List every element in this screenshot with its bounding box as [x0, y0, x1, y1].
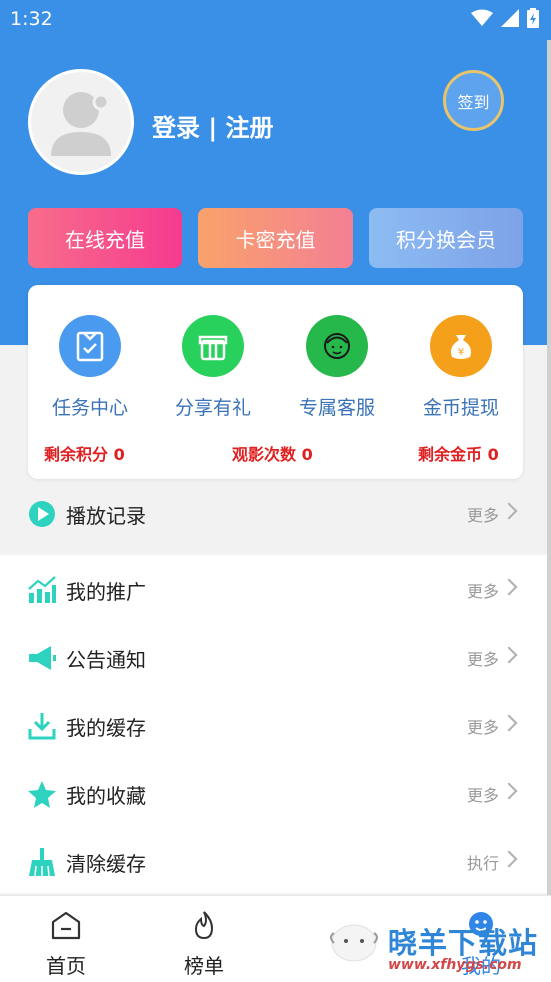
- features-card: 任务中心 分享有礼 专属客服 ¥ 金币提现 剩余积分 0 观影次数 0 剩余金币…: [28, 285, 523, 479]
- chart-icon: [28, 576, 56, 603]
- play-icon: [29, 501, 55, 527]
- menu-row-clear-cache[interactable]: 清除缓存 执行: [0, 827, 551, 895]
- download-icon: [28, 713, 56, 740]
- tab-home[interactable]: 首页: [46, 910, 86, 979]
- menu-row-my-favorites[interactable]: 我的收藏 更多: [0, 759, 551, 827]
- money-bag-icon: ¥: [430, 315, 492, 377]
- feature-coin-withdraw[interactable]: ¥ 金币提现: [411, 315, 511, 420]
- menu-action: 更多: [466, 718, 499, 737]
- menu-label: 我的收藏: [66, 784, 146, 808]
- avatar[interactable]: [28, 69, 134, 175]
- remaining-points: 剩余积分 0: [44, 445, 125, 464]
- signal-icon: [501, 9, 519, 27]
- megaphone-icon: [29, 646, 56, 670]
- menu-action: 更多: [466, 582, 499, 601]
- menu-action: 更多: [466, 506, 499, 525]
- status-bar: 1:32: [0, 0, 551, 38]
- feature-label: 专属客服: [298, 397, 375, 419]
- star-icon: [28, 781, 56, 808]
- chevron-right-icon: [500, 646, 518, 664]
- feature-share-gift[interactable]: 分享有礼: [163, 315, 263, 420]
- watermark-logo: 晓羊下载站 www.xfhygs.com: [322, 905, 551, 981]
- menu-row-play-history[interactable]: 播放记录 更多: [0, 479, 551, 547]
- menu-label: 我的推广: [66, 580, 146, 604]
- wifi-icon: [471, 9, 493, 26]
- default-avatar-icon: [51, 92, 111, 156]
- online-recharge-button[interactable]: 在线充值: [28, 208, 182, 268]
- menu-action: 更多: [466, 650, 499, 669]
- watermark-url: www.xfhygs.com: [388, 957, 522, 973]
- watermark-text: 晓羊下载站: [388, 926, 539, 960]
- service-icon: [306, 315, 368, 377]
- feature-customer-service[interactable]: 专属客服: [287, 315, 387, 420]
- feature-task-center[interactable]: 任务中心: [40, 315, 140, 420]
- tab-label: 榜单: [184, 954, 224, 978]
- menu-list: 我的推广 更多 公告通知 更多 我的缓存 更多 我的收藏 更多 清除缓存 执行: [0, 555, 551, 893]
- tab-rankings[interactable]: 榜单: [184, 910, 224, 979]
- play-history-section: 播放记录 更多: [0, 479, 551, 549]
- menu-label: 我的缓存: [66, 716, 146, 740]
- flame-icon: [194, 911, 214, 940]
- menu-row-my-promotion[interactable]: 我的推广 更多: [0, 555, 551, 623]
- task-icon: [59, 315, 121, 377]
- scrollbar[interactable]: [547, 40, 551, 895]
- menu-row-announcements[interactable]: 公告通知 更多: [0, 623, 551, 691]
- menu-label: 清除缓存: [66, 852, 146, 876]
- chevron-right-icon: [500, 502, 518, 520]
- chevron-right-icon: [500, 578, 518, 596]
- status-icons: [471, 8, 539, 28]
- view-count: 观影次数 0: [232, 445, 313, 464]
- menu-row-my-cache[interactable]: 我的缓存 更多: [0, 691, 551, 759]
- menu-action: 执行: [466, 854, 499, 873]
- menu-label: 公告通知: [66, 648, 146, 672]
- login-register-link[interactable]: 登录 | 注册: [152, 108, 273, 143]
- card-recharge-button[interactable]: 卡密充值: [198, 208, 353, 268]
- broom-icon: [29, 848, 55, 877]
- chevron-right-icon: [500, 714, 518, 732]
- home-icon: [51, 911, 81, 940]
- points-to-vip-button[interactable]: 积分换会员: [369, 208, 523, 268]
- status-time: 1:32: [10, 8, 53, 30]
- gift-icon: [182, 315, 244, 377]
- feature-label: 金币提现: [422, 397, 499, 419]
- chevron-right-icon: [500, 782, 518, 800]
- remaining-coins: 剩余金币 0: [418, 445, 499, 464]
- feature-label: 分享有礼: [174, 397, 251, 419]
- tab-label: 首页: [46, 954, 86, 978]
- battery-icon: [527, 8, 539, 28]
- menu-action: 更多: [466, 786, 499, 805]
- signin-button[interactable]: 签到: [443, 70, 504, 131]
- chevron-right-icon: [500, 850, 518, 868]
- svg-text:¥: ¥: [458, 347, 464, 358]
- sheep-logo-icon: [330, 924, 378, 962]
- feature-label: 任务中心: [51, 397, 128, 419]
- menu-label: 播放记录: [66, 504, 146, 528]
